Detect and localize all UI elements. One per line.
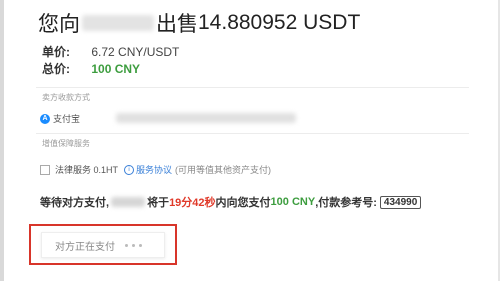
service-note: (可用等值其他资产支付) xyxy=(175,165,272,175)
legal-service-checkbox[interactable] xyxy=(40,164,50,175)
unit-price-label: 单价: xyxy=(42,45,70,59)
blurred-buyer-name xyxy=(111,197,146,207)
waiting-text-2: 将于 xyxy=(147,197,170,209)
blurred-account-info xyxy=(116,113,296,123)
total-price-label: 总价: xyxy=(42,62,70,76)
service-agreement-link[interactable]: 服务协议 xyxy=(136,163,172,176)
blurred-buyer-name xyxy=(82,15,154,31)
sell-currency: USDT xyxy=(303,11,361,34)
waiting-message: 等待对方支付, 将于 19分42秒 内向您支付 100 CNY ,付款参考号: … xyxy=(40,194,422,210)
payment-method-label: 支付宝 xyxy=(53,114,81,124)
divider xyxy=(36,133,469,134)
title-middle: 出售 xyxy=(156,13,198,36)
loading-dots-icon xyxy=(125,243,142,247)
payment-status-button[interactable]: 对方正在支付 xyxy=(41,232,165,258)
waiting-text-3: 内向您支付 xyxy=(215,197,271,209)
unit-price-row: 单价: 6.72 CNY/USDT xyxy=(42,43,179,60)
waiting-text-4: ,付款参考号: xyxy=(315,197,377,209)
sell-amount: 14.880952 xyxy=(198,11,298,34)
legal-service-label: 法律服务 0.1HT xyxy=(55,165,119,175)
alipay-icon: A xyxy=(40,113,50,124)
payment-status-label: 对方正在支付 xyxy=(55,241,115,253)
total-price-value: 100 CNY xyxy=(91,62,141,76)
legal-service-row: 法律服务 0.1HT i 服务协议 (可用等值其他资产支付) xyxy=(40,163,271,176)
left-edge xyxy=(0,0,4,281)
title-prefix: 您向 xyxy=(38,13,80,36)
countdown-timer: 19分42秒 xyxy=(169,197,216,209)
service-section-title: 增值保障服务 xyxy=(42,139,90,148)
waiting-text-1: 等待对方支付, xyxy=(40,197,110,209)
payment-section-title: 卖方收款方式 xyxy=(42,93,90,102)
total-price-row: 总价: 100 CNY xyxy=(42,60,140,77)
waiting-amount: 100 CNY xyxy=(270,196,316,208)
payment-method: A 支付宝 xyxy=(40,112,80,125)
unit-price-value: 6.72 CNY/USDT xyxy=(91,45,180,59)
divider xyxy=(36,87,469,88)
order-title: 您向 出售 14.880952 USDT xyxy=(38,8,360,38)
info-icon: i xyxy=(124,164,135,175)
payment-reference: 434990 xyxy=(379,195,422,209)
